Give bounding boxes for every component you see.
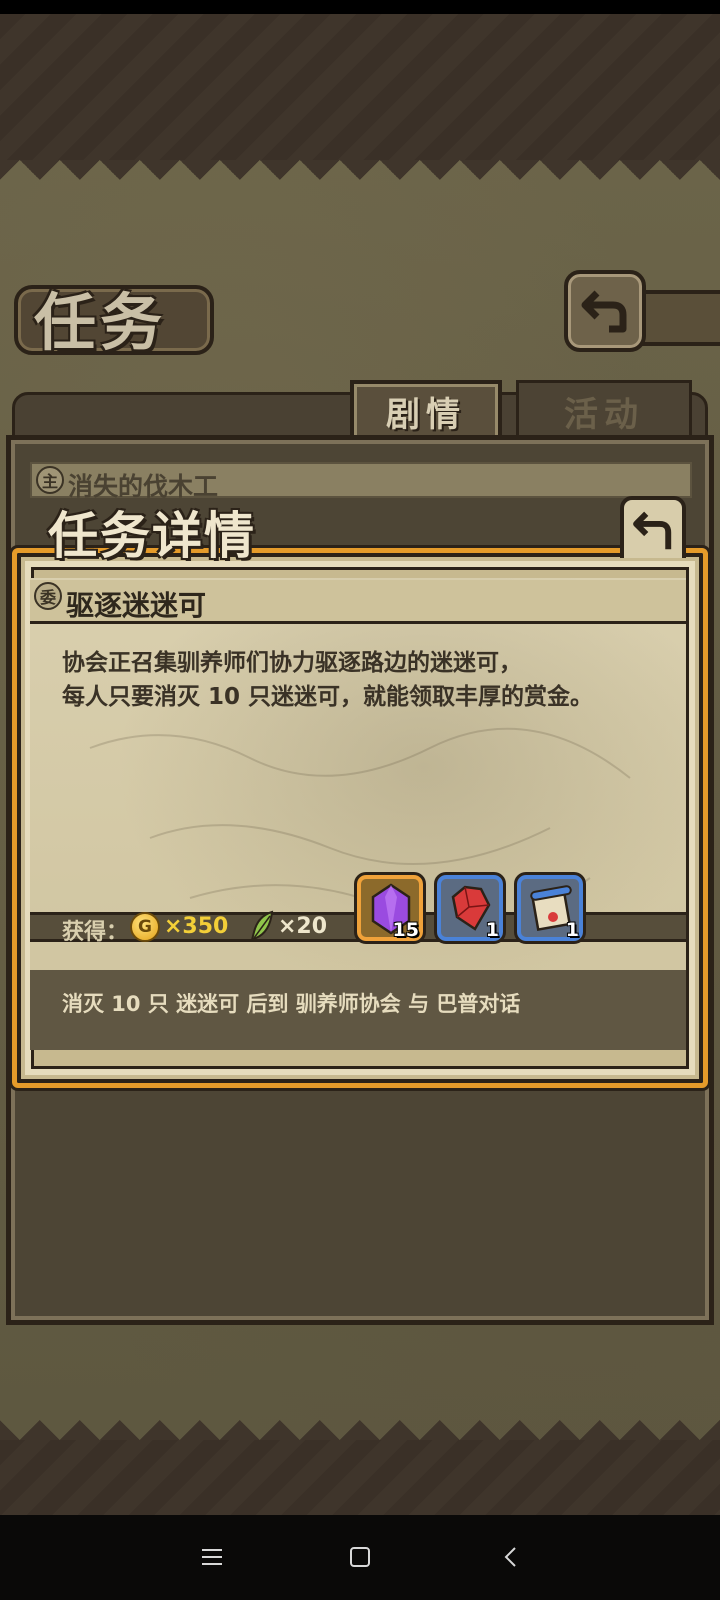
mission-list-item[interactable]: 主 消失的伐木工 (30, 462, 692, 501)
bottom-background (0, 1440, 720, 1515)
item-count: 1 (485, 919, 499, 941)
quest-name: 驱逐迷迷可 (66, 589, 207, 622)
torn-edge-top (0, 160, 720, 200)
nav-back-button[interactable] (490, 1535, 534, 1579)
return-arrow-icon (633, 511, 672, 550)
page-title: 任务 (34, 286, 167, 359)
item-count: 1 (565, 919, 579, 941)
dialog-back-button[interactable] (620, 496, 686, 558)
header-back-button[interactable] (564, 270, 646, 352)
coin-reward-amount: ×350 (164, 914, 229, 939)
dialog-title: 任务详情 (48, 506, 256, 565)
home-square-icon (350, 1547, 370, 1567)
quest-description: 协会正召集驯养师们协力驱逐路边的迷迷可， 每人只要消灭 10 只迷迷可，就能领取… (62, 646, 672, 714)
feather-icon (250, 910, 274, 942)
main-quest-badge: 主 (36, 466, 64, 494)
quest-objective: 消灭 10 只 迷迷可 后到 驯养师协会 与 巴普对话 (62, 992, 521, 1016)
quest-name-bar: 委 驱逐迷迷可 (30, 580, 686, 624)
status-bar (0, 0, 720, 14)
reward-item-gem[interactable]: 1 (434, 872, 506, 944)
feather-reward-amount: ×20 (278, 914, 328, 939)
description-line-2: 每人只要消灭 10 只迷迷可，就能领取丰厚的赏金。 (62, 684, 594, 710)
torn-edge-bottom (0, 1400, 720, 1440)
back-chevron-icon (504, 1547, 516, 1567)
header-back-bar (640, 290, 720, 346)
nav-home-button[interactable] (338, 1535, 382, 1579)
top-background (0, 14, 720, 160)
nav-menu-button[interactable] (190, 1535, 234, 1579)
menu-icon (202, 1549, 222, 1565)
reward-item-scroll[interactable]: 1 (514, 872, 586, 944)
item-count: 15 (392, 919, 419, 941)
tab-story[interactable]: 剧情 (350, 380, 502, 442)
gold-coin-icon: G (130, 912, 160, 942)
return-arrow-icon (581, 290, 627, 333)
tab-bar: 剧情 活动 (12, 380, 708, 442)
reward-item-crystal[interactable]: 15 (354, 872, 426, 944)
description-line-1: 协会正召集驯养师们协力驱逐路边的迷迷可， (62, 650, 522, 676)
rewards-label: 获得： (62, 920, 129, 945)
tab-events[interactable]: 活动 (516, 380, 692, 442)
commission-badge: 委 (34, 582, 62, 610)
